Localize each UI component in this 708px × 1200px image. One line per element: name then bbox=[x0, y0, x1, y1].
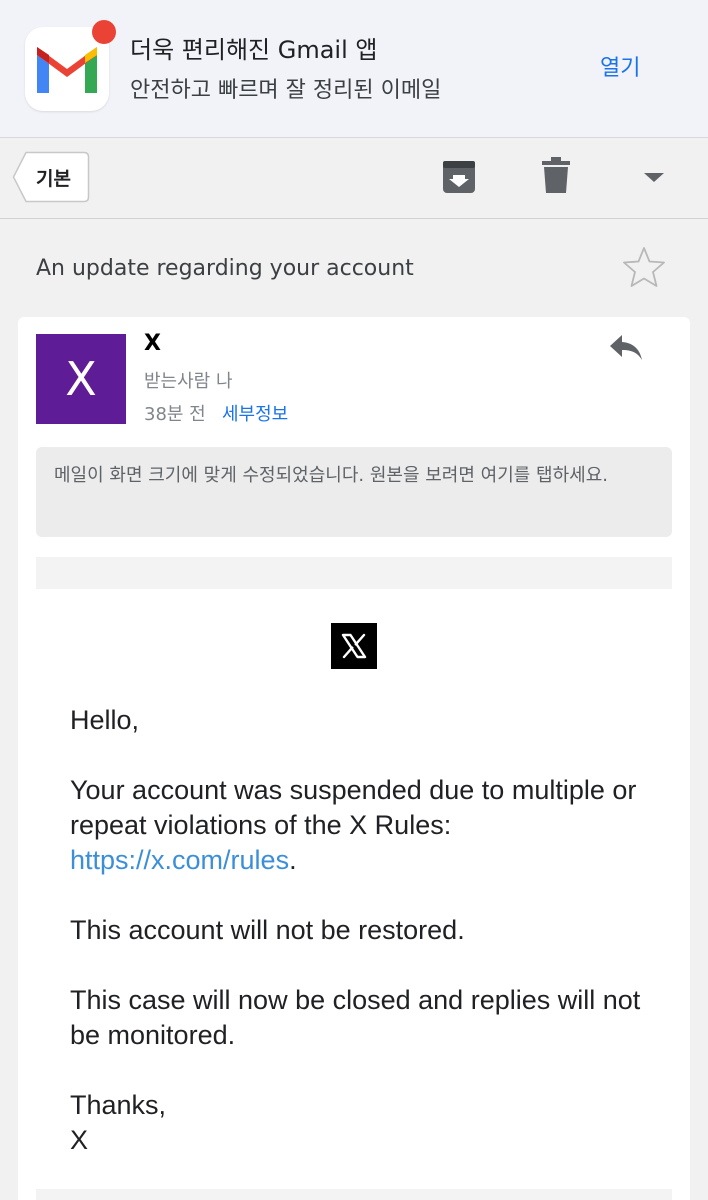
email-body: Hello, Your account was suspended due to… bbox=[70, 703, 670, 1193]
paragraph-suspension: Your account was suspended due to multip… bbox=[70, 773, 670, 878]
bottom-strip bbox=[36, 1189, 672, 1200]
gmail-icon bbox=[37, 47, 97, 93]
signoff-block: Thanks, X bbox=[70, 1088, 670, 1158]
details-link[interactable]: 세부정보 bbox=[222, 400, 288, 426]
paragraph-case-closed: This case will now be closed and replies… bbox=[70, 985, 641, 1050]
email-card: X X 받는사람 나 38분 전 세부정보 메일이 화면 크기에 맞게 수정되었… bbox=[18, 317, 690, 1200]
banner-subtitle: 안전하고 빠르며 잘 정리된 이메일 bbox=[130, 78, 442, 103]
back-button[interactable]: 기본 bbox=[12, 151, 90, 203]
back-label: 기본 bbox=[36, 168, 71, 190]
divider-strip bbox=[36, 557, 672, 589]
avatar[interactable]: X bbox=[36, 334, 126, 424]
greeting: Hello, bbox=[70, 705, 140, 735]
open-app-button[interactable]: 열기 bbox=[600, 50, 640, 82]
trash-icon[interactable] bbox=[542, 157, 570, 193]
x-logo bbox=[331, 623, 377, 669]
rules-link[interactable]: https://x.com/rules bbox=[70, 845, 289, 875]
x-logo-icon bbox=[341, 633, 367, 659]
timestamp: 38분 전 bbox=[144, 404, 206, 425]
recipient-line: 받는사람 나 bbox=[144, 371, 233, 392]
email-subject: An update regarding your account bbox=[36, 256, 414, 281]
suspension-text: Your account was suspended due to multip… bbox=[70, 775, 637, 840]
sender-name[interactable]: X bbox=[144, 331, 161, 356]
paragraph-not-restored: This account will not be restored. bbox=[70, 915, 465, 945]
app-banner: 더욱 편리해진 Gmail 앱 안전하고 빠르며 잘 정리된 이메일 열기 bbox=[0, 0, 708, 138]
reply-icon[interactable] bbox=[608, 333, 644, 363]
chevron-down-icon[interactable] bbox=[640, 167, 668, 187]
signature: X bbox=[70, 1125, 89, 1155]
resize-notice[interactable]: 메일이 화면 크기에 맞게 수정되었습니다. 원본을 보려면 여기를 탭하세요. bbox=[36, 447, 672, 537]
banner-title: 더욱 편리해진 Gmail 앱 bbox=[130, 36, 378, 64]
email-toolbar: 기본 bbox=[0, 139, 708, 219]
notification-dot bbox=[92, 20, 116, 44]
period: . bbox=[289, 845, 297, 875]
signoff: Thanks, bbox=[70, 1090, 167, 1120]
archive-icon[interactable] bbox=[442, 159, 476, 195]
star-icon[interactable] bbox=[622, 246, 666, 288]
